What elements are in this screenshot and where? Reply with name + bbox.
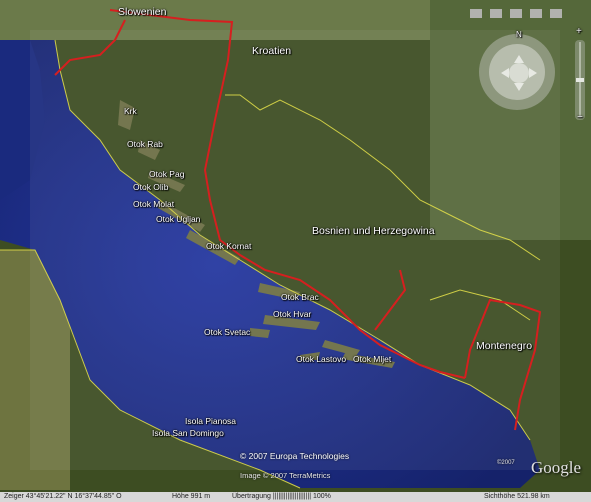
map-viewport[interactable]: N + − Slowenien Kroatien Bosnien und Her… (0, 0, 591, 502)
sky-icon[interactable] (530, 9, 542, 18)
zoom-thumb[interactable] (576, 78, 584, 82)
label-lastovo: Otok Lastovo (296, 354, 347, 364)
label-pag: Otok Pag (149, 169, 185, 179)
label-olib: Otok Olib (133, 182, 169, 192)
status-bar: Zeiger 43°45'21.22" N 16°37'44.85" O Höh… (0, 492, 591, 502)
zoom-slider[interactable] (575, 40, 585, 120)
north-indicator[interactable]: N (516, 31, 522, 39)
label-krk: Krk (124, 106, 137, 116)
haze-overlay (30, 30, 560, 470)
planet-icon[interactable] (510, 9, 522, 18)
eye-altitude-readout: Sichthöhe 521.98 km (484, 493, 550, 500)
label-montenegro: Montenegro (476, 340, 533, 352)
streaming-progress: Übertragung ||||||||||||||||||||| 100% (232, 493, 331, 500)
label-brac: Otok Brac (281, 292, 319, 302)
google-logo: Google (530, 458, 581, 477)
label-bosnia: Bosnien und Herzegowina (312, 225, 435, 237)
logo-year: ©2007 (497, 460, 515, 466)
navigation-control[interactable] (479, 34, 555, 110)
label-mljet: Otok Mljet (353, 354, 392, 364)
satellite-map[interactable] (0, 0, 591, 502)
label-svetac: Otok Svetac (204, 327, 251, 337)
label-croatia: Kroatien (252, 45, 292, 57)
sun-icon[interactable] (490, 9, 502, 18)
pointer-coordinates: Zeiger 43°45'21.22" N 16°37'44.85" O (4, 493, 122, 500)
label-rab: Otok Rab (127, 139, 163, 149)
ruler-icon[interactable] (550, 9, 562, 18)
label-hvar: Otok Hvar (273, 309, 312, 319)
label-kornat: Otok Kornat (206, 241, 252, 251)
label-slovenia: Slowenien (118, 6, 167, 18)
copyright-terrametrics: Image © 2007 TerraMetrics (240, 471, 331, 480)
zoom-out-button[interactable]: − (577, 113, 583, 123)
zoom-in-button[interactable]: + (576, 27, 582, 37)
label-sandomingo: Isola San Domingo (152, 428, 224, 438)
copyright-europa: © 2007 Europa Technologies (240, 451, 350, 461)
elevation-readout: Höhe 991 m (172, 493, 211, 500)
label-ugljan: Otok Ugljan (156, 214, 201, 224)
label-pianosa: Isola Pianosa (185, 416, 237, 426)
label-molat: Otok Molat (133, 199, 175, 209)
layer-icon[interactable] (470, 9, 482, 18)
